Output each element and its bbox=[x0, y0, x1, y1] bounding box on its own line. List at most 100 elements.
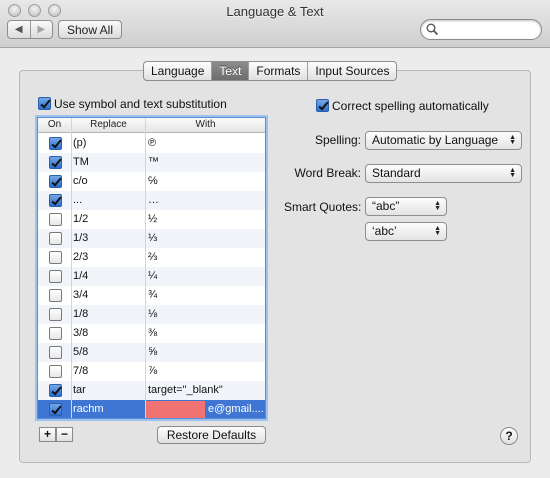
with-cell[interactable]: … bbox=[148, 194, 159, 206]
correct-spelling-checkbox[interactable] bbox=[316, 99, 329, 112]
table-row[interactable]: 1/2 ½ bbox=[38, 210, 265, 229]
replace-cell[interactable]: 2/3 bbox=[73, 251, 88, 263]
popup-arrows-icon: ▲ ▼ bbox=[434, 200, 441, 212]
spelling-value: Automatic by Language bbox=[372, 133, 499, 147]
with-cell[interactable]: ⅔ bbox=[148, 251, 157, 263]
correct-spelling-label: Correct spelling automatically bbox=[332, 99, 489, 113]
column-on-header[interactable]: On bbox=[38, 119, 71, 130]
tab-formats[interactable]: Formats bbox=[248, 62, 307, 80]
replace-cell[interactable]: (p) bbox=[73, 137, 86, 149]
tab-language[interactable]: Language bbox=[144, 62, 211, 80]
with-cell[interactable]: ⅝ bbox=[148, 346, 157, 358]
with-cell[interactable]: ℅ bbox=[148, 175, 158, 187]
table-row[interactable]: 3/4 ¾ bbox=[38, 286, 265, 305]
search-field[interactable] bbox=[420, 19, 542, 40]
table-row[interactable]: 1/4 ¼ bbox=[38, 267, 265, 286]
show-all-button[interactable]: Show All bbox=[58, 20, 122, 39]
table-row[interactable]: 1/8 ⅛ bbox=[38, 305, 265, 324]
replace-cell[interactable]: 1/4 bbox=[73, 270, 88, 282]
replace-cell[interactable]: rachm bbox=[73, 403, 104, 415]
table-row[interactable]: 7/8 ⅞ bbox=[38, 362, 265, 381]
help-button[interactable]: ? bbox=[500, 427, 518, 445]
word-break-popup[interactable]: Standard ▲ ▼ bbox=[365, 164, 522, 183]
single-quotes-value: ‘abc’ bbox=[372, 224, 397, 238]
add-button[interactable]: + bbox=[39, 427, 56, 442]
word-break-label: Word Break: bbox=[294, 166, 361, 180]
replace-cell[interactable]: 1/3 bbox=[73, 232, 88, 244]
replace-cell[interactable]: 3/4 bbox=[73, 289, 88, 301]
title-bar: Language & Text ◀ ▶ Show All bbox=[0, 0, 550, 48]
row-enabled-checkbox[interactable] bbox=[49, 346, 62, 359]
row-enabled-checkbox[interactable] bbox=[49, 156, 62, 169]
replace-cell[interactable]: ... bbox=[73, 194, 82, 206]
word-break-value: Standard bbox=[372, 166, 421, 180]
with-cell[interactable]: ½ bbox=[148, 213, 157, 225]
with-cell[interactable]: e@gmail.... bbox=[208, 403, 264, 415]
replace-cell[interactable]: tar bbox=[73, 384, 86, 396]
column-divider bbox=[145, 118, 146, 418]
spelling-popup[interactable]: Automatic by Language ▲ ▼ bbox=[365, 131, 522, 150]
tab-bar: Language Text Formats Input Sources bbox=[143, 61, 398, 81]
table-row[interactable]: c/o ℅ bbox=[38, 172, 265, 191]
with-cell[interactable]: ™ bbox=[148, 156, 159, 168]
with-cell[interactable]: target="_blank" bbox=[148, 384, 223, 396]
row-enabled-checkbox[interactable] bbox=[49, 365, 62, 378]
restore-defaults-button[interactable]: Restore Defaults bbox=[157, 426, 266, 444]
with-cell[interactable]: ⅞ bbox=[148, 365, 157, 377]
smart-quotes-label: Smart Quotes: bbox=[284, 200, 362, 214]
popup-arrows-icon: ▲ ▼ bbox=[434, 225, 441, 237]
row-enabled-checkbox[interactable] bbox=[49, 308, 62, 321]
with-cell[interactable]: ⅛ bbox=[148, 308, 157, 320]
row-enabled-checkbox[interactable] bbox=[49, 289, 62, 302]
double-quotes-popup[interactable]: “abc” ▲ ▼ bbox=[365, 197, 447, 216]
column-divider bbox=[71, 118, 72, 418]
table-row[interactable]: tar target="_blank" bbox=[38, 381, 265, 400]
use-substitution-checkbox[interactable] bbox=[38, 97, 51, 110]
with-cell[interactable]: ℗ bbox=[148, 137, 156, 149]
row-enabled-checkbox[interactable] bbox=[49, 213, 62, 226]
back-arrow-icon[interactable]: ◀ bbox=[8, 21, 30, 38]
with-cell[interactable]: ⅓ bbox=[148, 232, 157, 244]
tab-text[interactable]: Text bbox=[211, 62, 249, 80]
replace-cell[interactable]: 3/8 bbox=[73, 327, 88, 339]
table-row[interactable]: rachm e@gmail.... bbox=[38, 400, 265, 418]
spelling-label: Spelling: bbox=[314, 133, 361, 147]
row-enabled-checkbox[interactable] bbox=[49, 403, 62, 416]
tab-input-sources[interactable]: Input Sources bbox=[307, 62, 396, 80]
table-header: On Replace With bbox=[38, 118, 265, 133]
substitution-table[interactable]: On Replace With (p) ℗ TM ™ c/o ℅... … 1/2 ½ 1/3 ⅓ 2… bbox=[37, 117, 266, 419]
table-row[interactable]: (p) ℗ bbox=[38, 134, 265, 153]
with-cell[interactable]: ⅜ bbox=[148, 327, 157, 339]
replace-cell[interactable]: c/o bbox=[73, 175, 88, 187]
double-quotes-value: “abc” bbox=[372, 199, 400, 213]
remove-button[interactable]: − bbox=[56, 427, 73, 442]
table-row[interactable]: ... … bbox=[38, 191, 265, 210]
row-enabled-checkbox[interactable] bbox=[49, 327, 62, 340]
redaction-block bbox=[145, 401, 205, 418]
replace-cell[interactable]: TM bbox=[73, 156, 89, 168]
row-enabled-checkbox[interactable] bbox=[49, 175, 62, 188]
row-enabled-checkbox[interactable] bbox=[49, 232, 62, 245]
replace-cell[interactable]: 1/8 bbox=[73, 308, 88, 320]
window-title: Language & Text bbox=[226, 4, 324, 19]
popup-arrows-icon: ▲ ▼ bbox=[509, 167, 516, 179]
row-enabled-checkbox[interactable] bbox=[49, 270, 62, 283]
table-row[interactable]: 3/8 ⅜ bbox=[38, 324, 265, 343]
table-row[interactable]: 1/3 ⅓ bbox=[38, 229, 265, 248]
with-cell[interactable]: ¼ bbox=[148, 270, 157, 282]
single-quotes-popup[interactable]: ‘abc’ ▲ ▼ bbox=[365, 222, 447, 241]
table-row[interactable]: 2/3 ⅔ bbox=[38, 248, 265, 267]
row-enabled-checkbox[interactable] bbox=[49, 137, 62, 150]
with-cell[interactable]: ¾ bbox=[148, 289, 157, 301]
table-row[interactable]: TM ™ bbox=[38, 153, 265, 172]
replace-cell[interactable]: 1/2 bbox=[73, 213, 88, 225]
column-replace-header[interactable]: Replace bbox=[71, 119, 145, 130]
row-enabled-checkbox[interactable] bbox=[49, 251, 62, 264]
row-enabled-checkbox[interactable] bbox=[49, 384, 62, 397]
table-row[interactable]: 5/8 ⅝ bbox=[38, 343, 265, 362]
row-enabled-checkbox[interactable] bbox=[49, 194, 62, 207]
replace-cell[interactable]: 5/8 bbox=[73, 346, 88, 358]
forward-arrow-icon[interactable]: ▶ bbox=[29, 21, 53, 38]
replace-cell[interactable]: 7/8 bbox=[73, 365, 88, 377]
column-with-header[interactable]: With bbox=[145, 119, 265, 130]
